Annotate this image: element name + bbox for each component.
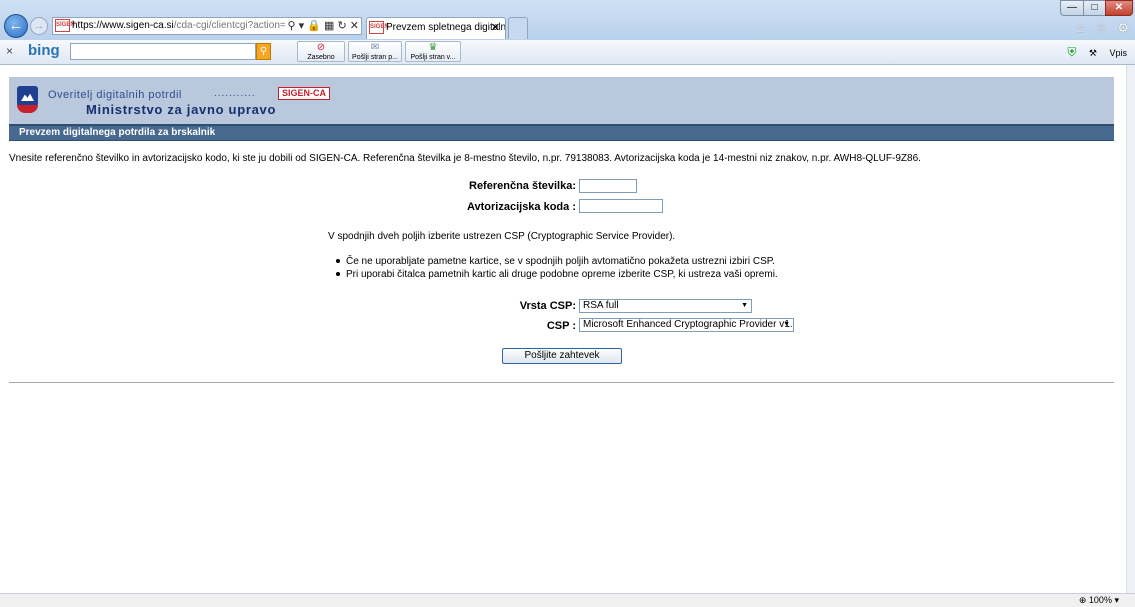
csp-value: Microsoft Enhanced Cryptographic Provide… [583,319,794,330]
divider [9,382,1114,383]
csp-type-value: RSA full [583,300,619,311]
close-toolbar-icon[interactable]: × [6,44,13,58]
shield-icon[interactable]: ⛨ [1067,45,1076,59]
intro-text: Vnesite referenčno številko in avtorizac… [9,153,921,164]
csp-label: CSP : [546,320,576,332]
bing-search-input[interactable] [70,43,256,60]
close-window-button[interactable]: ✕ [1105,0,1133,16]
search-icon[interactable]: ⚲ [288,20,296,32]
maximize-button[interactable]: □ [1083,0,1106,16]
login-link[interactable]: Vpis [1109,48,1127,58]
tab-favicon-icon: SIGEN [369,20,389,34]
coat-of-arms-icon [17,86,38,113]
vertical-scrollbar[interactable] [1126,65,1135,593]
csp-type-label: Vrsta CSP: [519,300,576,312]
csp-select[interactable]: Microsoft Enhanced Cryptographic Provide… [579,318,794,332]
list-item: Pri uporabi čitalca pametnih kartic ali … [336,269,778,280]
org-dots: ........... [214,88,256,99]
mail-icon: ✉ [370,42,380,53]
forward-arrow-icon[interactable]: → [30,17,48,35]
csp-type-select[interactable]: RSA full ▼ [579,299,752,313]
send-page-share-button[interactable]: ♛ Pošlji stran v... [405,41,461,62]
status-bar: ⊕ 100% ▾ [0,593,1135,607]
inprivate-label: Zasebno [307,54,335,61]
share-icon: ♛ [428,42,438,53]
site-favicon-icon: SIGEN [55,18,75,32]
bullet-dot [336,259,340,264]
chevron-down-icon: ▼ [741,302,748,309]
toolbar-right: ⛨ ⚒ Vpis [1057,45,1127,60]
send-page-mail-button[interactable]: ✉ Pošlji stran p... [348,41,402,62]
search-icon[interactable]: ⚲ [256,43,271,60]
send-page-share-label: Pošlji stran v... [410,54,456,61]
inprivate-button[interactable]: ⊘ Zasebno [297,41,345,62]
csp-note: V spodnjih dveh poljih izberite ustrezen… [328,231,676,242]
bing-toolbar: × bing ⚲ ⊘ Zasebno ✉ Pošlji stran p... ♛… [0,40,1135,65]
browser-right-icons: ⌂ ☆ ⚙ [1070,20,1129,36]
compat-view-icon[interactable]: ▦ [324,20,334,32]
refresh-icon[interactable]: ↻ [338,20,347,32]
ref-number-input[interactable] [579,179,637,193]
bing-logo: bing [28,42,60,59]
no-entry-icon: ⊘ [316,42,326,53]
page-content: Overitelj digitalnih potrdil ...........… [0,65,1126,593]
close-tab-icon[interactable]: ✕ [491,18,500,38]
submit-request-button[interactable]: Pošljite zahtevek [502,348,622,364]
zoom-level: 100% [1088,595,1112,605]
dropdown-icon[interactable]: ▾ [299,20,305,32]
section-bar: Prevzem digitalnega potrdila za brskalni… [9,124,1114,141]
list-item: Če ne uporabljate pametne kartice, se v … [336,256,775,267]
section-title: Prevzem digitalnega potrdila za brskalni… [19,127,216,138]
wrench-icon[interactable]: ⚒ [1089,48,1097,58]
browser-titlebar: ← → SIGENhttps://www.sigen-ca.si/cda-cgi… [0,0,1135,41]
home-icon[interactable]: ⌂ [1077,20,1085,35]
sigen-badge: SIGEN-CA [278,87,331,100]
org-line1: Overitelj digitalnih potrdil [48,89,182,101]
ref-number-label: Referenčna številka: [469,180,576,192]
chevron-down-icon: ▼ [783,321,790,328]
favorites-star-icon[interactable]: ☆ [1095,20,1107,35]
zoom-icon: ⊕ [1078,595,1087,605]
lock-icon[interactable]: 🔒 [307,20,321,32]
back-arrow-icon[interactable]: ← [4,14,28,38]
address-host: https://www.sigen-ca.si [72,20,174,31]
org-line2: Ministrstvo za javno upravo [86,102,277,117]
bullet-text: Če ne uporabljate pametne kartice, se v … [346,256,775,267]
bullet-dot [336,272,340,277]
gear-icon[interactable]: ⚙ [1117,20,1129,35]
tab-title: Prevzem spletnega digitaln... [386,22,506,33]
stop-icon[interactable]: ✕ [350,20,359,32]
chevron-down-icon: ▾ [1114,595,1119,605]
auth-code-input[interactable] [579,199,663,213]
new-tab-button[interactable] [508,17,528,39]
auth-code-label: Avtorizacijska koda : [466,201,576,213]
zoom-control[interactable]: ⊕ 100% ▾ [1079,594,1119,607]
minimize-button[interactable]: — [1060,0,1084,16]
address-bar[interactable]: SIGENhttps://www.sigen-ca.si/cda-cgi/cli… [52,17,362,35]
site-header: Overitelj digitalnih potrdil ...........… [9,77,1114,124]
tab-active[interactable]: SIGENPrevzem spletnega digitaln... ✕ [366,17,506,39]
send-page-mail-label: Pošlji stran p... [352,54,398,61]
address-actions: ⚲ ▾ 🔒 ▦ ↻ ✕ [284,18,359,34]
bullet-text: Pri uporabi čitalca pametnih kartic ali … [346,269,778,280]
